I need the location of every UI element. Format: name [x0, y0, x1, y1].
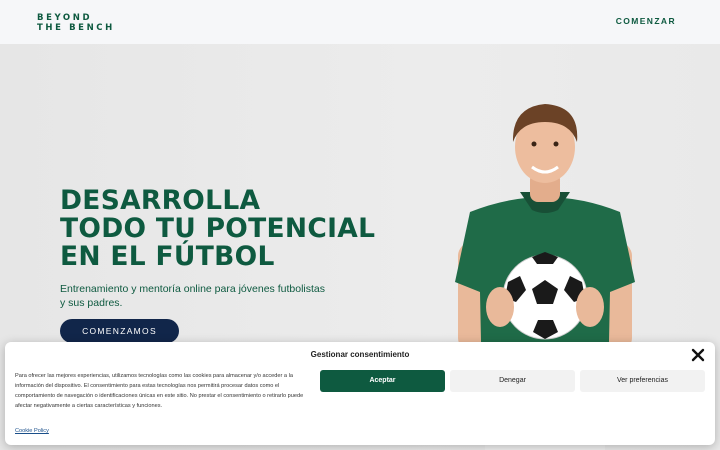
consent-title: Gestionar consentimiento: [310, 350, 410, 359]
site-header: BEYOND THE BENCH COMENZAR: [0, 0, 720, 44]
hero-headline: DESARROLLA TODO TU POTENCIAL EN EL FÚTBO…: [60, 187, 375, 271]
logo-line-2: THE BENCH: [37, 23, 115, 33]
consent-description: Para ofrecer las mejores experiencias, u…: [15, 373, 304, 409]
headline-line-2: TODO TU POTENCIAL: [60, 213, 376, 244]
subtitle-line-1: Entrenamiento y mentoría online para jóv…: [60, 283, 325, 295]
nav-start-link[interactable]: COMENZAR: [616, 16, 676, 26]
cookie-policy-link[interactable]: Cookie Policy: [15, 428, 49, 434]
hero-cta-button[interactable]: COMENZAMOS: [60, 319, 179, 343]
hero-subtitle: Entrenamiento y mentoría online para jóv…: [60, 282, 340, 310]
subtitle-line-2: y sus padres.: [60, 297, 123, 309]
deny-button[interactable]: Denegar: [450, 370, 575, 392]
view-preferences-button[interactable]: Ver preferencias: [580, 370, 705, 392]
headline-line-1: DESARROLLA: [60, 185, 261, 216]
cookie-consent-dialog: Gestionar consentimiento Para ofrecer la…: [5, 342, 715, 445]
headline-line-3: EN EL FÚTBOL: [60, 241, 275, 272]
site-logo[interactable]: BEYOND THE BENCH: [37, 13, 115, 33]
accept-button[interactable]: Aceptar: [320, 370, 445, 392]
logo-line-1: BEYOND: [37, 13, 93, 23]
close-icon[interactable]: [691, 348, 705, 362]
